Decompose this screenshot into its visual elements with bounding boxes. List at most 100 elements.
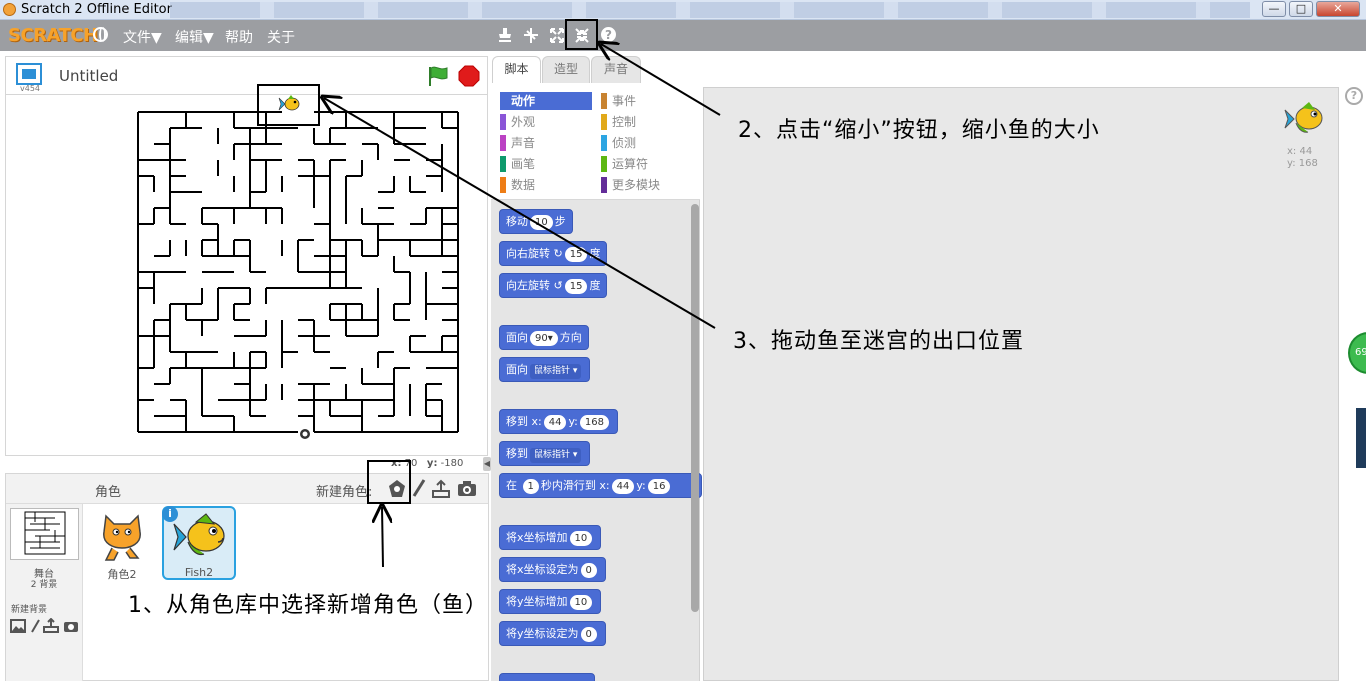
category-looks[interactable]: 外观 (500, 113, 592, 131)
block-change-y[interactable]: 将y坐标增加 10 (499, 589, 602, 614)
close-button[interactable]: ✕ (1316, 1, 1360, 17)
sprite-thumbnail-fish2[interactable]: i Fish2 (162, 506, 236, 580)
block-set-x-input[interactable]: 0 (580, 563, 597, 578)
block-set-y-input[interactable]: 0 (580, 627, 597, 642)
help-question-icon[interactable]: ? (600, 26, 617, 43)
cut-scissors-icon[interactable] (523, 27, 539, 44)
block-goto-y-input[interactable]: 168 (579, 415, 609, 430)
block-turn-right-input[interactable]: 15 (564, 247, 588, 262)
block-glide-y-input[interactable]: 16 (647, 479, 671, 494)
stage-thumbnail-column: 舞台 2 背景 新建背景 (6, 504, 83, 681)
cat-sprite-on-stage[interactable] (299, 428, 311, 440)
block-point-towards[interactable]: 面向 鼠标指针 ▾ (499, 357, 591, 382)
floating-badge[interactable]: 69 (1348, 332, 1366, 374)
sprite-thumbnail-cat[interactable]: 角色2 (86, 506, 158, 581)
category-events[interactable]: 事件 (601, 92, 693, 110)
block-goto-x-input[interactable]: 44 (543, 415, 567, 430)
palette-scrollbar[interactable] (691, 204, 699, 612)
version-label: v454 (20, 84, 41, 93)
scratch-logo[interactable]: SCRATCH (8, 25, 98, 46)
backdrop-upload-icon[interactable] (43, 618, 59, 633)
block-point-in-direction[interactable]: 面向 90▾ 方向 (499, 325, 589, 350)
category-sound[interactable]: 声音 (500, 134, 592, 152)
block-turn-left[interactable]: 向左旋转 ↺ 15 度 (499, 273, 608, 298)
block-glide-pre: 在 (506, 479, 517, 492)
background-taskbar-tabs (170, 2, 1250, 18)
category-more-blocks[interactable]: 更多模块 (601, 176, 693, 194)
stage-thumbnail[interactable] (10, 508, 79, 560)
mouse-y-label: y: (426, 458, 438, 469)
block-set-y[interactable]: 将y坐标设定为 0 (499, 621, 606, 646)
block-turn-left-unit: 度 (589, 279, 601, 292)
tab-costumes[interactable]: 造型 (542, 56, 590, 83)
block-turn-left-input[interactable]: 15 (564, 279, 588, 294)
block-change-x[interactable]: 将x坐标增加 10 (499, 525, 602, 550)
block-glide[interactable]: 在 1 秒内滑行到 x: 44 y: 16 (499, 473, 702, 498)
block-goto-xy-label: 移到 x: (506, 415, 542, 428)
block-point-towards-dropdown[interactable]: 鼠标指针 ▾ (530, 364, 582, 379)
duplicate-stamp-icon[interactable] (497, 27, 513, 44)
stop-sign-icon[interactable] (458, 65, 480, 87)
tab-sounds[interactable]: 声音 (591, 56, 641, 83)
block-move-steps-input[interactable]: 10 (530, 215, 553, 230)
sprites-header-title: 角色 (95, 485, 122, 500)
stage-collapse-arrow[interactable]: ◀ (483, 457, 491, 471)
category-data[interactable]: 数据 (500, 176, 592, 194)
category-motion[interactable]: 动作 (500, 92, 592, 110)
sprite-y-readout: y: 168 (1287, 158, 1318, 169)
menu-edit[interactable]: 编辑▼ (175, 27, 214, 47)
side-widget[interactable] (1356, 408, 1366, 468)
minimize-button[interactable]: — (1262, 1, 1286, 17)
category-operators[interactable]: 运算符 (601, 155, 693, 173)
category-control[interactable]: 控制 (601, 113, 693, 131)
project-title[interactable]: Untitled (59, 67, 118, 85)
block-partial[interactable] (499, 673, 595, 681)
stage-canvas[interactable] (5, 94, 488, 456)
block-glide-mid: 秒内滑行到 x: (540, 479, 610, 492)
block-set-x[interactable]: 将x坐标设定为 0 (499, 557, 606, 582)
category-sound-label: 声音 (511, 136, 536, 150)
block-change-y-input[interactable]: 10 (569, 595, 593, 610)
category-pen[interactable]: 画笔 (500, 155, 592, 173)
category-data-label: 数据 (511, 178, 536, 192)
maximize-button[interactable]: □ (1289, 1, 1313, 17)
block-turn-left-label: 向左旋转 (506, 279, 550, 292)
tab-scripts[interactable]: 脚本 (492, 56, 541, 83)
menu-help[interactable]: 帮助 (225, 27, 253, 47)
block-goto-label: 移到 (506, 447, 528, 460)
scripts-help-icon[interactable]: ? (1345, 87, 1363, 105)
block-move-steps[interactable]: 移动 10 步 (499, 209, 573, 234)
block-goto[interactable]: 移到 鼠标指针 ▾ (499, 441, 591, 466)
grow-icon[interactable] (549, 27, 565, 44)
block-goto-xy[interactable]: 移到 x: 44 y: 168 (499, 409, 618, 434)
category-sensing[interactable]: 侦测 (601, 134, 693, 152)
block-point-dir-input[interactable]: 90▾ (530, 331, 558, 346)
block-turn-right[interactable]: 向右旋转 ↻ 15 度 (499, 241, 608, 266)
block-glide-x-input[interactable]: 44 (611, 479, 635, 494)
block-change-x-input[interactable]: 10 (569, 531, 593, 546)
highlight-box-shrink (565, 19, 598, 50)
sprite-x-readout: x: 44 (1287, 146, 1312, 157)
menu-file[interactable]: 文件▼ (123, 27, 162, 47)
backdrop-paint-icon[interactable] (30, 619, 40, 633)
block-turn-right-label: 向右旋转 (506, 247, 550, 260)
backdrop-library-icon[interactable] (10, 619, 26, 633)
category-sensing-label: 侦测 (612, 136, 637, 150)
paint-brush-icon[interactable] (411, 479, 427, 499)
green-flag-icon[interactable] (426, 65, 450, 87)
mouse-y-value: -180 (440, 458, 464, 469)
menu-about[interactable]: 关于 (267, 27, 295, 47)
block-point-dir-unit: 方向 (559, 331, 582, 344)
annotation-step-3: 3、拖动鱼至迷宫的出口位置 (733, 329, 1024, 354)
backdrop-camera-icon[interactable] (63, 619, 79, 633)
upload-sprite-icon[interactable] (431, 479, 451, 499)
category-looks-label: 外观 (511, 115, 536, 129)
camera-icon[interactable] (457, 480, 477, 498)
block-glide-secs-input[interactable]: 1 (522, 479, 539, 494)
block-change-x-label: 将x坐标增加 (506, 531, 568, 544)
cat-costume-image (103, 514, 141, 561)
language-globe-icon[interactable] (93, 27, 108, 42)
block-goto-dropdown[interactable]: 鼠标指针 ▾ (530, 448, 582, 463)
fullscreen-icon[interactable] (16, 63, 42, 85)
scripts-area[interactable]: x: 44 y: 168 (703, 87, 1339, 681)
